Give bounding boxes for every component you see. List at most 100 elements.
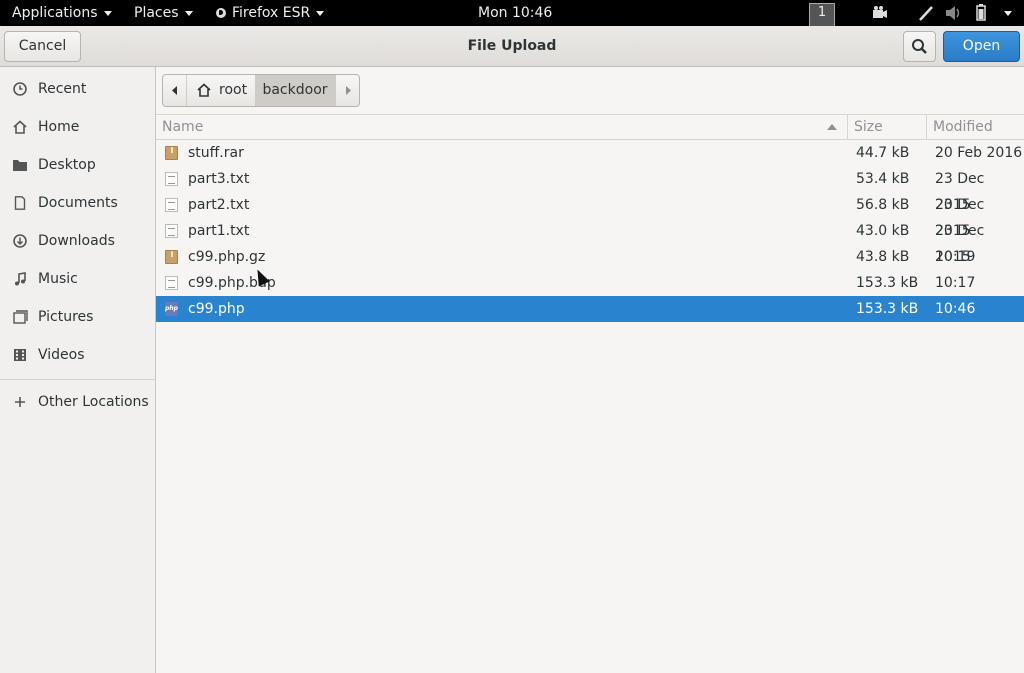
volume-icon[interactable] bbox=[944, 0, 964, 26]
sidebar-item-label: Music bbox=[38, 271, 78, 287]
chevron-down-icon bbox=[184, 10, 193, 16]
sort-ascending-icon bbox=[827, 124, 837, 130]
sidebar-item-recent[interactable]: Recent bbox=[0, 70, 155, 108]
sidebar-item-label: Home bbox=[38, 119, 80, 135]
top-panel: Applications Places Firefox ESR Mon 10:4… bbox=[0, 0, 1024, 29]
battery-icon[interactable] bbox=[974, 0, 988, 26]
path-scroll-right-button[interactable] bbox=[335, 75, 359, 106]
places-menu[interactable]: Places bbox=[134, 0, 193, 26]
file-name: c99.php.gz bbox=[188, 249, 266, 265]
column-separator bbox=[926, 115, 927, 139]
open-button[interactable]: Open bbox=[943, 31, 1020, 62]
system-menu[interactable] bbox=[998, 0, 1012, 26]
places-label: Places bbox=[134, 5, 179, 21]
text-file-icon bbox=[165, 198, 178, 212]
sidebar-item-desktop[interactable]: Desktop bbox=[0, 146, 155, 184]
places-sidebar: Recent Home Desktop Documents Downloads … bbox=[0, 67, 156, 673]
file-name: c99.php bbox=[188, 301, 245, 317]
file-size: 153.3 kB bbox=[856, 301, 919, 317]
sidebar-item-label: Documents bbox=[38, 195, 118, 211]
file-modified: 10:19 bbox=[935, 249, 976, 265]
path-button-root[interactable]: root bbox=[187, 75, 255, 106]
search-icon bbox=[912, 39, 927, 54]
file-name: part3.txt bbox=[188, 171, 250, 187]
path-scroll-left-button[interactable] bbox=[163, 75, 187, 106]
path-root-label: root bbox=[219, 82, 248, 98]
dialog-header: Cancel File Upload Open bbox=[0, 26, 1024, 67]
archive-icon bbox=[165, 250, 178, 264]
clock[interactable]: Mon 10:46 bbox=[478, 0, 552, 26]
path-button-current[interactable]: backdoor bbox=[255, 75, 335, 106]
file-row[interactable]: part1.txt 43.0 kB 23 Dec 2015 bbox=[156, 218, 1024, 265]
pictures-icon bbox=[13, 310, 28, 324]
file-modified: 10:46 bbox=[935, 301, 976, 317]
sidebar-item-documents[interactable]: Documents bbox=[0, 184, 155, 222]
file-size: 53.4 kB bbox=[856, 171, 910, 187]
firefox-icon bbox=[216, 8, 226, 18]
column-header-size[interactable]: Size bbox=[854, 115, 883, 139]
file-list: Name Size Modified stuff.rar 44.7 kB 20 … bbox=[156, 114, 1024, 673]
file-size: 153.3 kB bbox=[856, 275, 919, 291]
sidebar-item-music[interactable]: Music bbox=[0, 260, 155, 298]
sidebar-item-label: Videos bbox=[38, 347, 85, 363]
file-row[interactable]: part2.txt 56.8 kB 23 Dec 2015 bbox=[156, 192, 1024, 239]
dialog-title: File Upload bbox=[467, 38, 557, 54]
file-row[interactable]: part3.txt 53.4 kB 23 Dec 2015 bbox=[156, 166, 1024, 213]
chevron-left-icon bbox=[172, 86, 177, 95]
sidebar-item-label: Pictures bbox=[38, 309, 94, 325]
clock-icon bbox=[13, 82, 27, 96]
column-header-name[interactable]: Name bbox=[162, 115, 203, 139]
file-row[interactable]: c99.php.gz 43.8 kB 10:19 bbox=[156, 244, 1024, 270]
sidebar-separator bbox=[0, 379, 155, 380]
video-camera-icon[interactable] bbox=[871, 0, 889, 26]
video-icon bbox=[14, 349, 26, 361]
text-file-icon bbox=[165, 224, 178, 238]
sidebar-item-other-locations[interactable]: Other Locations bbox=[0, 383, 155, 421]
search-button[interactable] bbox=[903, 31, 936, 62]
sidebar-item-label: Recent bbox=[38, 81, 87, 97]
path-bar: root backdoor bbox=[162, 74, 360, 107]
file-row[interactable]: c99.php.bup 153.3 kB 10:17 bbox=[156, 270, 1024, 296]
home-icon bbox=[13, 120, 27, 134]
folder-icon bbox=[13, 160, 27, 171]
chevron-down-icon bbox=[1004, 10, 1012, 16]
file-size: 43.0 kB bbox=[856, 223, 910, 239]
sidebar-item-label: Downloads bbox=[38, 233, 115, 249]
sidebar-item-downloads[interactable]: Downloads bbox=[0, 222, 155, 260]
text-file-icon bbox=[165, 172, 178, 186]
sidebar-item-label: Desktop bbox=[38, 157, 96, 173]
php-file-icon: php bbox=[165, 302, 178, 316]
firefox-label: Firefox ESR bbox=[232, 5, 311, 21]
home-icon bbox=[197, 83, 211, 97]
cancel-button[interactable]: Cancel bbox=[4, 31, 81, 62]
sidebar-item-label: Other Locations bbox=[38, 394, 149, 410]
column-headers: Name Size Modified bbox=[156, 114, 1024, 140]
chevron-down-icon bbox=[316, 10, 325, 16]
plus-icon bbox=[15, 397, 25, 407]
file-name: part1.txt bbox=[188, 223, 250, 239]
text-file-icon bbox=[165, 276, 178, 290]
file-size: 44.7 kB bbox=[856, 145, 910, 161]
firefox-menu[interactable]: Firefox ESR bbox=[216, 0, 325, 26]
file-modified: 10:17 bbox=[935, 275, 976, 291]
chevron-right-icon bbox=[346, 86, 351, 95]
pen-icon[interactable] bbox=[917, 0, 935, 26]
sidebar-item-home[interactable]: Home bbox=[0, 108, 155, 146]
file-row[interactable]: stuff.rar 44.7 kB 20 Feb 2016 bbox=[156, 140, 1024, 166]
column-separator bbox=[847, 115, 848, 139]
document-icon bbox=[14, 196, 26, 210]
column-header-modified[interactable]: Modified bbox=[933, 115, 993, 139]
file-size: 43.8 kB bbox=[856, 249, 910, 265]
file-row-selected[interactable]: php c99.php 153.3 kB 10:46 bbox=[156, 296, 1024, 322]
applications-menu[interactable]: Applications bbox=[12, 0, 112, 26]
file-name: stuff.rar bbox=[188, 145, 244, 161]
sidebar-item-videos[interactable]: Videos bbox=[0, 336, 155, 374]
file-size: 56.8 kB bbox=[856, 197, 910, 213]
music-icon bbox=[15, 272, 26, 286]
file-name: part2.txt bbox=[188, 197, 250, 213]
download-icon bbox=[13, 234, 27, 248]
applications-label: Applications bbox=[12, 5, 98, 21]
file-modified: 20 Feb 2016 bbox=[935, 145, 1023, 161]
sidebar-item-pictures[interactable]: Pictures bbox=[0, 298, 155, 336]
chevron-down-icon bbox=[103, 10, 112, 16]
